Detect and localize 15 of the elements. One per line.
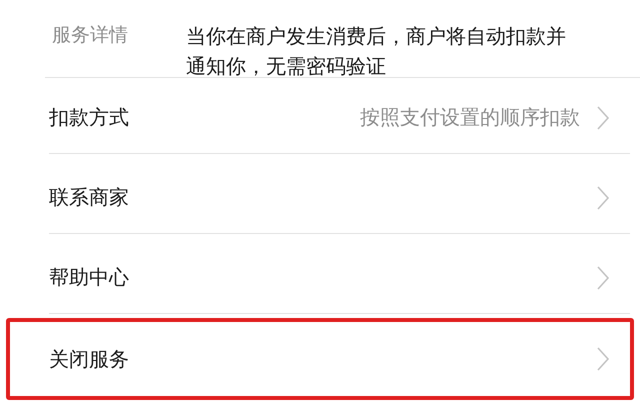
chevron-icon bbox=[596, 264, 610, 290]
settings-row[interactable]: 帮助中心 bbox=[6, 238, 634, 318]
chevron-icon bbox=[596, 346, 610, 372]
detail-label: 服务详情 bbox=[52, 23, 129, 48]
detail-text: 当你在商户发生消费后，商户将自动扣款并通知你，无需密码验证 bbox=[186, 23, 567, 78]
settings-row[interactable]: 联系商家 bbox=[6, 158, 634, 238]
row-label: 联系商家 bbox=[49, 184, 129, 211]
settings-row[interactable]: 扣款方式 按照支付设置的顺序扣款 bbox=[6, 78, 634, 158]
row-label: 关闭服务 bbox=[49, 346, 129, 372]
row-label: 帮助中心 bbox=[49, 264, 129, 291]
row-value: 按照支付设置的顺序扣款 bbox=[360, 104, 580, 131]
highlighted-row[interactable]: 关闭服务 bbox=[6, 318, 634, 400]
chevron-icon bbox=[596, 104, 610, 130]
row-label: 扣款方式 bbox=[49, 104, 129, 131]
chevron-icon bbox=[596, 184, 610, 210]
